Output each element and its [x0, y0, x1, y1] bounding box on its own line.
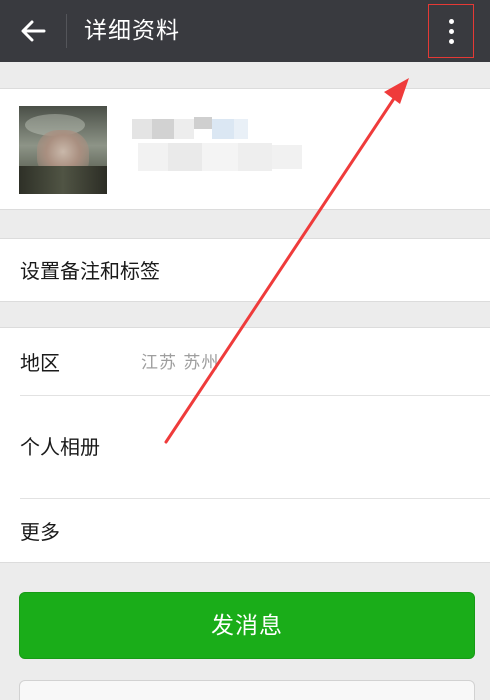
- more-label: 更多: [20, 520, 60, 544]
- region-value: 江苏 苏州: [141, 353, 220, 373]
- row-divider: [20, 498, 490, 499]
- secondary-action-button[interactable]: [19, 680, 475, 700]
- send-message-button[interactable]: 发消息: [19, 592, 475, 659]
- remark-tags-label: 设置备注和标签: [20, 259, 160, 283]
- region-label: 地区: [20, 351, 60, 375]
- more-options-button[interactable]: [428, 4, 474, 58]
- profile-card[interactable]: [0, 88, 490, 210]
- send-message-label: 发消息: [211, 613, 283, 639]
- arrow-left-icon: [21, 20, 46, 42]
- remark-tags-row[interactable]: 设置备注和标签: [0, 238, 490, 302]
- topbar-divider: [66, 14, 67, 48]
- row-divider: [20, 395, 490, 396]
- back-button[interactable]: [8, 9, 56, 53]
- obscured-name: [132, 113, 304, 175]
- album-label: 个人相册: [20, 435, 100, 459]
- page-title: 详细资料: [84, 18, 180, 44]
- top-bar: 详细资料: [0, 0, 490, 62]
- info-group: 地区 江苏 苏州 个人相册 更多: [0, 327, 490, 563]
- avatar[interactable]: [19, 106, 107, 194]
